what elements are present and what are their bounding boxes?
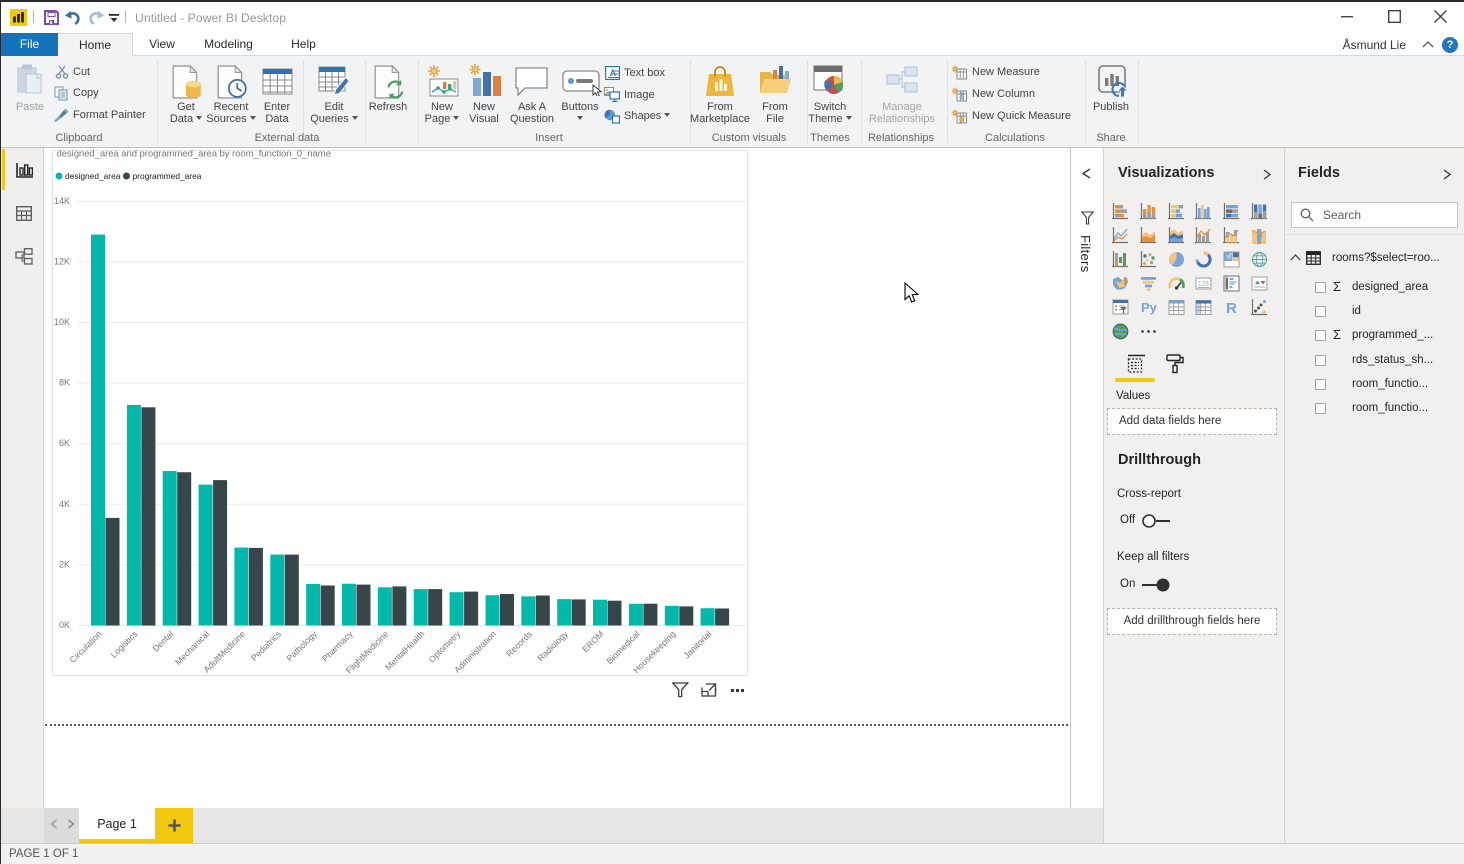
svg-text:A: A [610,68,617,78]
svg-text:4K: 4K [59,499,70,509]
svg-text:8K: 8K [59,378,70,388]
svg-text:designed_area and programmed_a: designed_area and programmed_area by roo… [57,150,331,160]
svg-text:0K: 0K [59,620,70,630]
svg-text:123: 123 [1198,281,1209,288]
svg-text:designed_area: designed_area [65,171,121,181]
svg-text:12K: 12K [54,256,70,266]
svg-text:programmed_area: programmed_area [133,171,202,181]
svg-text:14K: 14K [54,196,70,206]
svg-text:Py: Py [1141,300,1157,315]
svg-text:10K: 10K [54,317,70,327]
svg-text:6K: 6K [59,438,70,448]
svg-text:R: R [1226,300,1237,316]
svg-text:2K: 2K [59,559,70,569]
